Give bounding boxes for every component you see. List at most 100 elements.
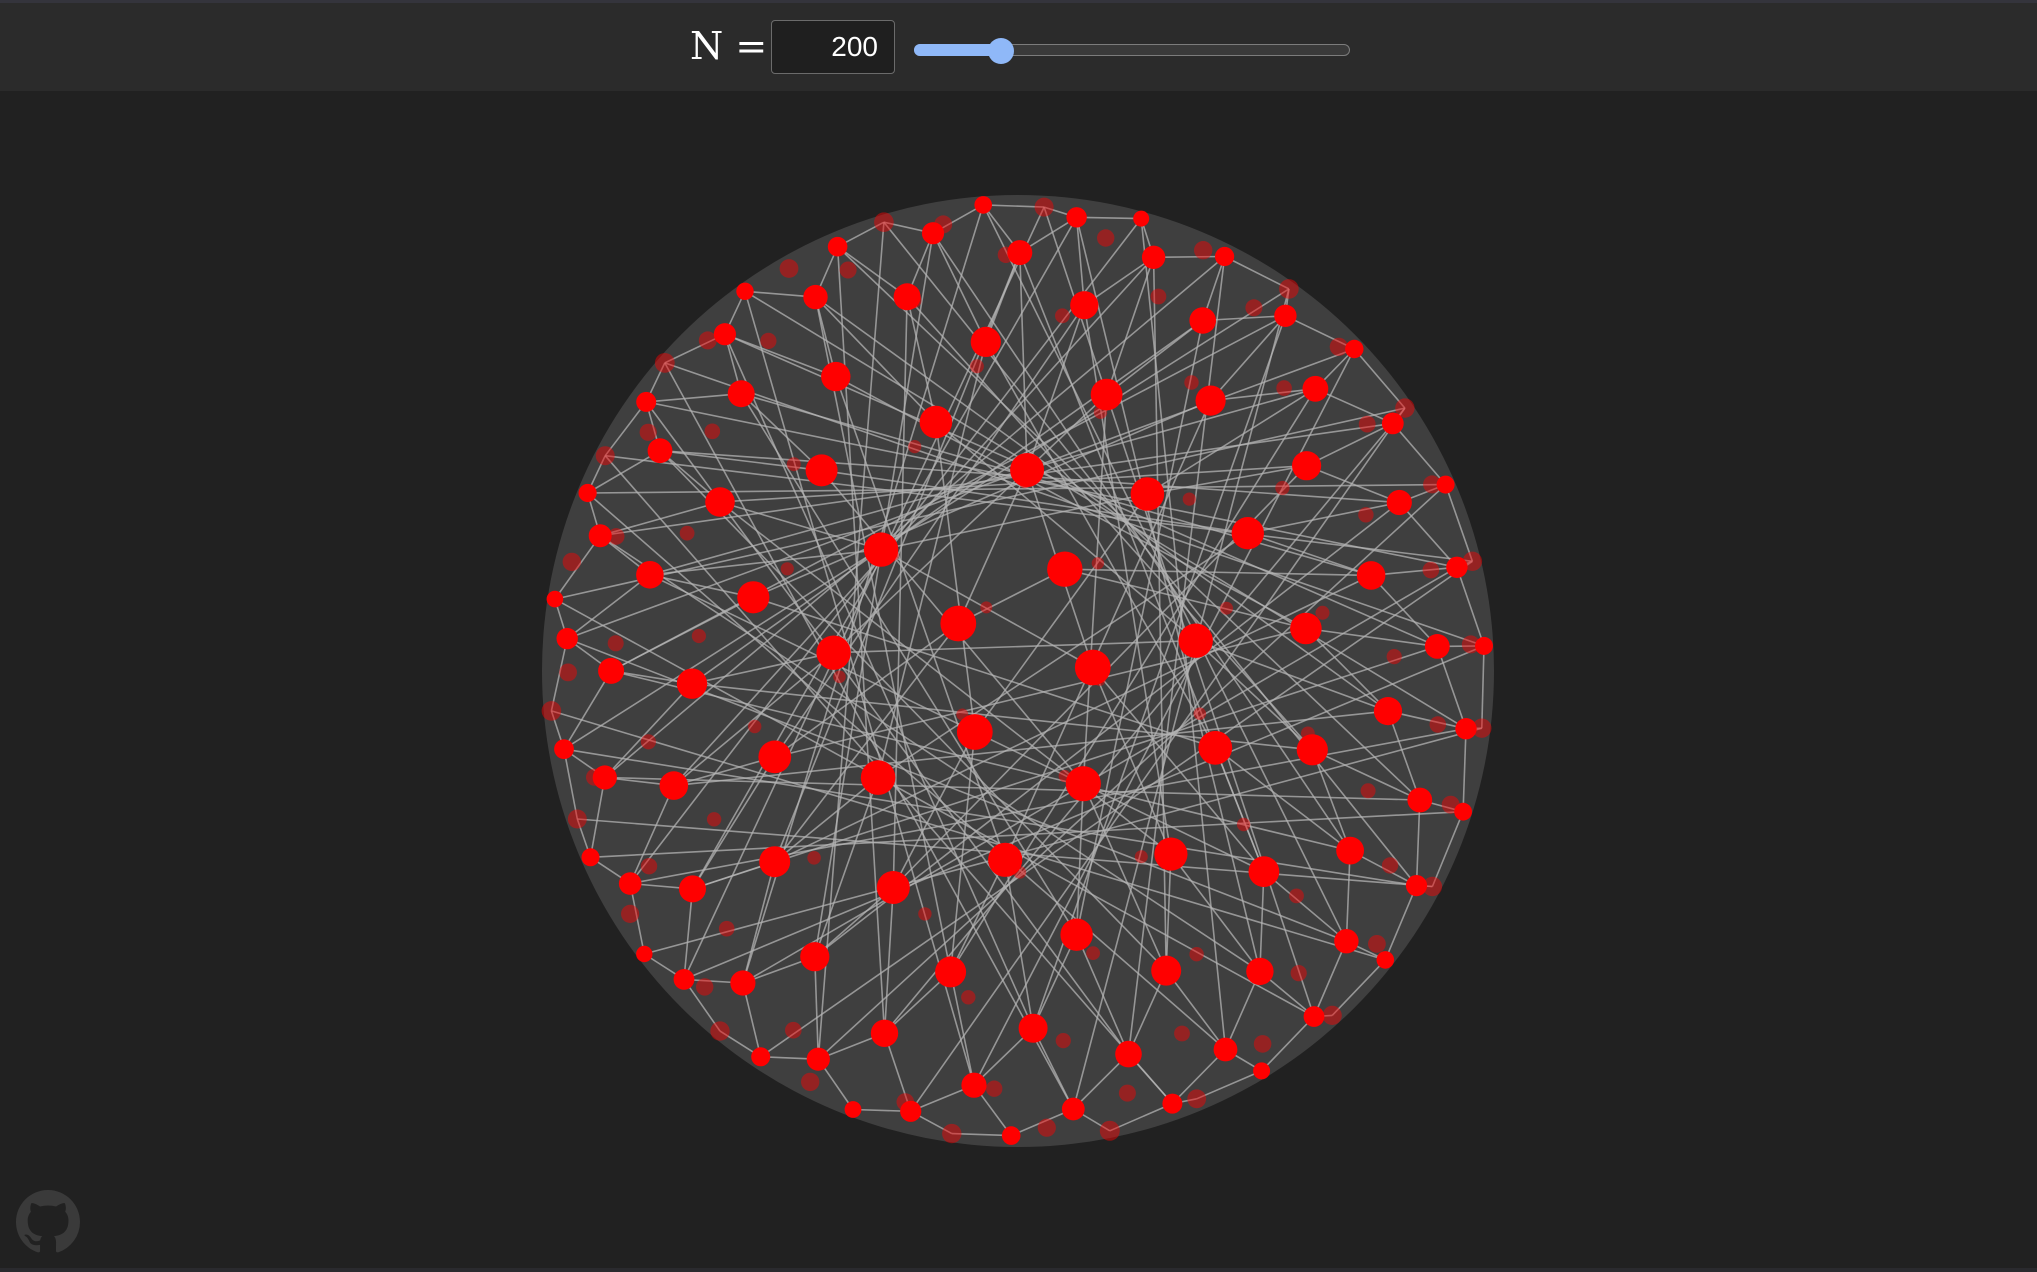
window-bottom-border: [0, 1268, 2037, 1272]
sphere-point: [618, 872, 642, 895]
sphere-point: [1358, 507, 1374, 523]
sphere-point: [736, 282, 754, 300]
sphere-point: [759, 846, 791, 878]
sphere-canvas[interactable]: [0, 91, 2037, 1268]
sphere-point: [908, 440, 922, 454]
slider-thumb[interactable]: [988, 38, 1014, 64]
sphere-point: [921, 222, 945, 245]
sphere-point: [1296, 734, 1328, 766]
sphere-point: [541, 701, 562, 721]
sphere-point: [1334, 929, 1359, 954]
sphere-point: [1086, 946, 1100, 960]
sphere-point: [598, 657, 625, 684]
n-slider[interactable]: [914, 38, 1350, 64]
sphere-point: [696, 978, 714, 996]
sphere-point: [1253, 1035, 1272, 1053]
sphere-point: [748, 719, 762, 734]
sphere-point: [1018, 1013, 1048, 1043]
sphere-point: [1118, 1084, 1136, 1102]
sphere-point: [1248, 856, 1280, 887]
sphere-point: [1376, 951, 1395, 969]
sphere-point: [1436, 475, 1455, 494]
sphere-point: [779, 259, 799, 278]
sphere-point: [1386, 489, 1412, 516]
sphere-point: [1407, 787, 1433, 813]
sphere-point: [1276, 380, 1292, 396]
sphere-point: [704, 423, 721, 440]
sphere-point: [1055, 1033, 1071, 1049]
sphere-point: [1130, 477, 1165, 511]
sphere-point: [1065, 766, 1101, 802]
sphere-point: [1381, 412, 1404, 435]
sphere-point: [1134, 850, 1148, 864]
sphere-point: [1292, 451, 1322, 481]
sphere-point: [636, 561, 664, 589]
sphere-point: [1429, 716, 1447, 733]
sphere-point: [1010, 453, 1045, 487]
sphere-point: [556, 627, 578, 650]
sphere-point: [833, 670, 846, 684]
sphere-point: [1001, 1126, 1021, 1145]
sphere-point: [1061, 1097, 1085, 1121]
sphere-point: [827, 236, 848, 257]
sphere-point: [546, 590, 564, 608]
sphere-point: [980, 601, 993, 614]
n-input[interactable]: [771, 20, 895, 74]
sphere-point: [1151, 955, 1182, 986]
sphere-point: [676, 668, 708, 699]
sphere-point: [647, 438, 673, 464]
sphere-point: [1289, 888, 1304, 904]
sphere-point: [554, 739, 574, 759]
sphere-point: [1150, 288, 1167, 305]
sphere-point: [691, 628, 707, 644]
sphere-point: [1060, 918, 1093, 951]
sphere-point: [1279, 279, 1299, 299]
sphere-point: [1475, 636, 1493, 655]
sphere-point: [705, 487, 735, 517]
sphere-point: [893, 283, 921, 311]
sphere-point: [578, 483, 597, 503]
sphere-point: [592, 765, 617, 790]
sphere-point: [1162, 1093, 1183, 1114]
sphere-point: [1405, 875, 1428, 897]
sphere-point: [639, 423, 657, 441]
github-link[interactable]: [16, 1190, 80, 1254]
sphere-point: [713, 323, 737, 346]
sphere-point: [1356, 561, 1386, 590]
sphere-point: [785, 1021, 802, 1039]
sphere-point: [1373, 697, 1403, 726]
sphere-point: [581, 848, 600, 867]
sphere-point: [1302, 375, 1329, 402]
sphere-point: [1345, 339, 1364, 359]
sphere-point: [1074, 649, 1111, 686]
sphere-point: [710, 1021, 730, 1041]
sphere-point: [1007, 240, 1033, 266]
sphere-point: [1193, 707, 1207, 720]
sphere-point: [956, 714, 993, 750]
sphere-point: [816, 635, 851, 670]
sphere-point: [786, 457, 801, 472]
sphere-point: [870, 1019, 899, 1047]
sphere-point: [1141, 245, 1166, 269]
sphere-point: [1195, 385, 1226, 416]
sphere-point: [1322, 1005, 1342, 1025]
sphere-point: [919, 405, 953, 439]
sphere-point: [1090, 378, 1123, 411]
sphere-point: [1358, 415, 1376, 433]
sphere-point: [588, 524, 612, 548]
sphere-point: [1360, 783, 1376, 799]
sphere-point: [1220, 601, 1233, 615]
sphere-point: [800, 942, 830, 972]
sphere-point: [863, 532, 899, 567]
sphere-point: [1231, 517, 1265, 550]
sphere-point: [839, 261, 857, 279]
sphere-point: [1274, 304, 1297, 327]
sphere-point: [1381, 857, 1399, 874]
sphere-point: [1034, 197, 1054, 217]
sphere-point: [1422, 561, 1440, 579]
sphere-point: [970, 326, 1001, 357]
sphere-point: [1455, 718, 1477, 740]
sphere-point: [640, 734, 657, 750]
sphere-point: [1194, 241, 1213, 260]
sphere-point: [1182, 492, 1196, 506]
